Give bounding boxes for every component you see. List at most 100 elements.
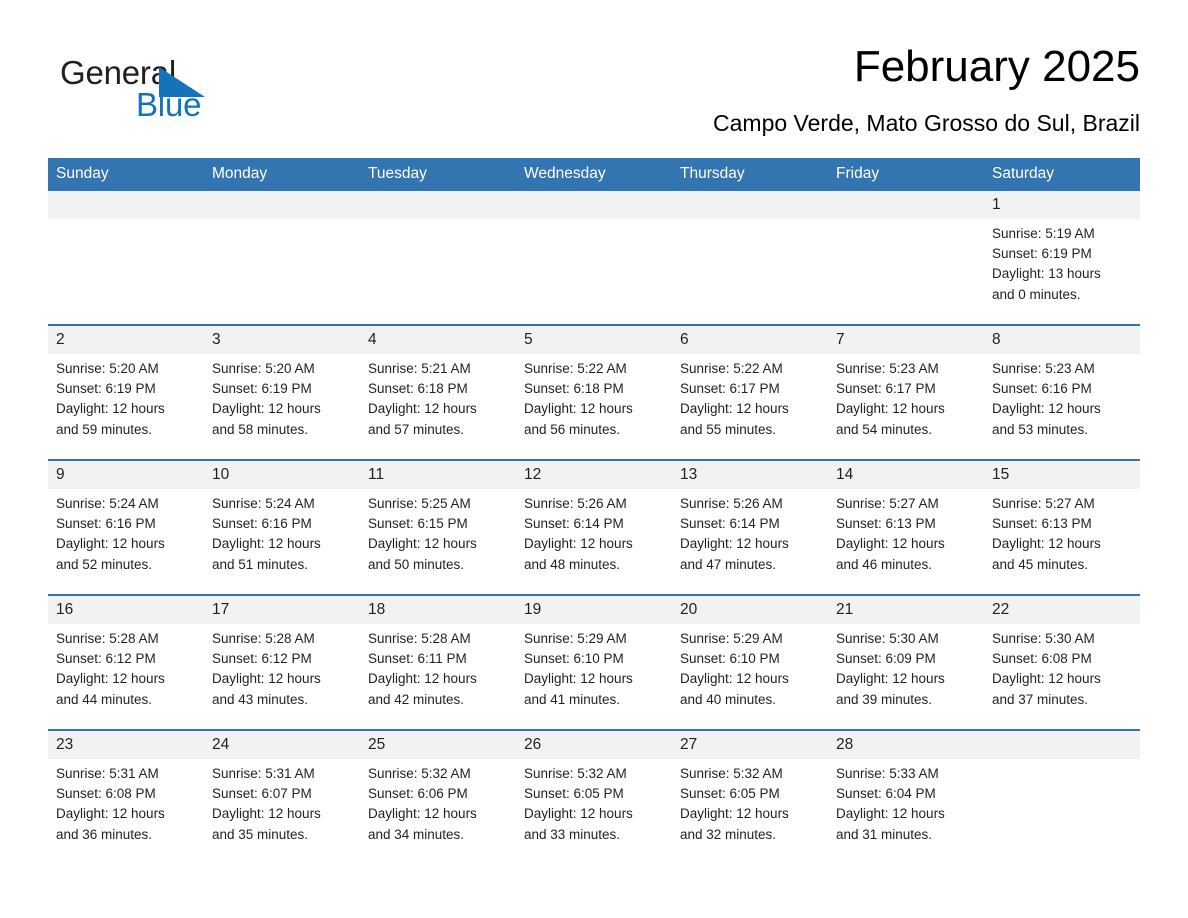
calendar-day-cell[interactable]: 21 Sunrise: 5:30 AM Sunset: 6:09 PM Dayligh…	[828, 594, 984, 730]
daylight-duration-line2: and 40 minutes.	[680, 691, 777, 707]
calendar-day-cell[interactable]: 17 Sunrise: 5:28 AM Sunset: 6:12 PM Dayligh…	[204, 594, 360, 730]
sunrise-time: Sunrise: 5:28 AM	[212, 631, 315, 646]
calendar-day-cell[interactable]: 15 Sunrise: 5:27 AM Sunset: 6:13 PM Dayligh…	[984, 459, 1140, 595]
sunset-time: Sunset: 6:18 PM	[524, 381, 624, 397]
day-number: 11	[360, 462, 516, 489]
calendar-day-cell[interactable]: 16 Sunrise: 5:28 AM Sunset: 6:12 PM Dayligh…	[48, 594, 204, 730]
day-number: 13	[672, 462, 828, 489]
calendar-day-cell[interactable]: 6 Sunrise: 5:22 AM Sunset: 6:17 PM Daylight…	[672, 324, 828, 460]
sunrise-time: Sunrise: 5:28 AM	[56, 631, 159, 646]
sunrise-time: Sunrise: 5:29 AM	[524, 631, 627, 646]
day-details: Sunrise: 5:21 AM Sunset: 6:18 PM Daylight:…	[360, 354, 516, 440]
calendar-day-cell[interactable]: 8 Sunrise: 5:23 AM Sunset: 6:16 PM Daylight…	[984, 324, 1140, 460]
calendar-day-cell[interactable]: 26 Sunrise: 5:32 AM Sunset: 6:05 PM Dayligh…	[516, 729, 672, 864]
sunset-time: Sunset: 6:16 PM	[212, 516, 312, 532]
daylight-duration-line2: and 55 minutes.	[680, 421, 777, 437]
calendar-day-cell[interactable]: 19 Sunrise: 5:29 AM Sunset: 6:10 PM Dayligh…	[516, 594, 672, 730]
calendar-day-cell[interactable]: 4 Sunrise: 5:21 AM Sunset: 6:18 PM Daylight…	[360, 324, 516, 460]
daylight-duration-line1: Daylight: 12 hours	[680, 401, 789, 417]
sunset-time: Sunset: 6:13 PM	[836, 516, 936, 532]
daylight-duration-line1: Daylight: 12 hours	[836, 401, 945, 417]
calendar-day-cell[interactable]: 1 Sunrise: 5:19 AM Sunset: 6:19 PM Daylight…	[984, 191, 1140, 325]
daylight-duration-line2: and 32 minutes.	[680, 826, 777, 842]
day-details: Sunrise: 5:30 AM Sunset: 6:09 PM Daylight:…	[828, 624, 984, 710]
daylight-duration-line1: Daylight: 12 hours	[212, 671, 321, 687]
sunrise-time: Sunrise: 5:22 AM	[680, 361, 783, 376]
calendar-day-cell[interactable]: 3 Sunrise: 5:20 AM Sunset: 6:19 PM Daylight…	[204, 324, 360, 460]
sunset-time: Sunset: 6:17 PM	[836, 381, 936, 397]
day-details: Sunrise: 5:23 AM Sunset: 6:17 PM Daylight:…	[828, 354, 984, 440]
daylight-duration-line1: Daylight: 12 hours	[368, 536, 477, 552]
daylight-duration-line1: Daylight: 12 hours	[56, 401, 165, 417]
general-blue-logo[interactable]: General Blue	[60, 54, 320, 134]
day-details: Sunrise: 5:31 AM Sunset: 6:07 PM Daylight:…	[204, 759, 360, 845]
sunset-time: Sunset: 6:08 PM	[56, 786, 156, 802]
daylight-duration-line2: and 31 minutes.	[836, 826, 933, 842]
daylight-duration-line2: and 50 minutes.	[368, 556, 465, 572]
day-number: 15	[984, 462, 1140, 489]
day-number: 17	[204, 597, 360, 624]
daylight-duration-line1: Daylight: 12 hours	[680, 536, 789, 552]
sunset-time: Sunset: 6:07 PM	[212, 786, 312, 802]
day-number: 8	[984, 327, 1140, 354]
day-number	[984, 732, 1140, 759]
day-details: Sunrise: 5:31 AM Sunset: 6:08 PM Daylight:…	[48, 759, 204, 845]
sunset-time: Sunset: 6:14 PM	[524, 516, 624, 532]
daylight-duration-line2: and 39 minutes.	[836, 691, 933, 707]
sunrise-time: Sunrise: 5:20 AM	[56, 361, 159, 376]
calendar-day-cell[interactable]: 9 Sunrise: 5:24 AM Sunset: 6:16 PM Daylight…	[48, 459, 204, 595]
day-details: Sunrise: 5:32 AM Sunset: 6:06 PM Daylight:…	[360, 759, 516, 845]
day-number: 1	[984, 191, 1140, 219]
day-number: 25	[360, 732, 516, 759]
calendar-day-cell[interactable]: 24 Sunrise: 5:31 AM Sunset: 6:07 PM Dayligh…	[204, 729, 360, 864]
daylight-duration-line1: Daylight: 12 hours	[368, 401, 477, 417]
daylight-duration-line2: and 59 minutes.	[56, 421, 153, 437]
calendar-day-cell[interactable]: 10 Sunrise: 5:24 AM Sunset: 6:16 PM Dayligh…	[204, 459, 360, 595]
calendar-day-cell[interactable]: 11 Sunrise: 5:25 AM Sunset: 6:15 PM Dayligh…	[360, 459, 516, 595]
calendar-day-cell[interactable]: 20 Sunrise: 5:29 AM Sunset: 6:10 PM Dayligh…	[672, 594, 828, 730]
weekday-header-wednesday: Wednesday	[516, 158, 672, 191]
day-number	[48, 191, 204, 219]
calendar-day-cell[interactable]: 18 Sunrise: 5:28 AM Sunset: 6:11 PM Dayligh…	[360, 594, 516, 730]
calendar-day-cell[interactable]: 5 Sunrise: 5:22 AM Sunset: 6:18 PM Daylight…	[516, 324, 672, 460]
sunrise-time: Sunrise: 5:23 AM	[992, 361, 1095, 376]
calendar-day-cell[interactable]: 22 Sunrise: 5:30 AM Sunset: 6:08 PM Dayligh…	[984, 594, 1140, 730]
day-number	[516, 191, 672, 219]
calendar-day-cell[interactable]: 2 Sunrise: 5:20 AM Sunset: 6:19 PM Daylight…	[48, 324, 204, 460]
calendar-day-cell[interactable]: 27 Sunrise: 5:32 AM Sunset: 6:05 PM Dayligh…	[672, 729, 828, 864]
calendar-day-cell[interactable]: 12 Sunrise: 5:26 AM Sunset: 6:14 PM Dayligh…	[516, 459, 672, 595]
daylight-duration-line2: and 52 minutes.	[56, 556, 153, 572]
weekday-header-monday: Monday	[204, 158, 360, 191]
daylight-duration-line2: and 51 minutes.	[212, 556, 309, 572]
calendar-day-cell[interactable]: 14 Sunrise: 5:27 AM Sunset: 6:13 PM Dayligh…	[828, 459, 984, 595]
day-details: Sunrise: 5:28 AM Sunset: 6:12 PM Daylight:…	[48, 624, 204, 710]
daylight-duration-line1: Daylight: 12 hours	[212, 536, 321, 552]
daylight-duration-line1: Daylight: 12 hours	[212, 401, 321, 417]
daylight-duration-line1: Daylight: 12 hours	[368, 806, 477, 822]
daylight-duration-line2: and 42 minutes.	[368, 691, 465, 707]
calendar-day-cell[interactable]: 7 Sunrise: 5:23 AM Sunset: 6:17 PM Daylight…	[828, 324, 984, 460]
calendar-week-row: 9 Sunrise: 5:24 AM Sunset: 6:16 PM Daylight…	[48, 459, 1140, 595]
calendar-day-cell[interactable]: 28 Sunrise: 5:33 AM Sunset: 6:04 PM Dayligh…	[828, 729, 984, 864]
calendar-day-cell[interactable]: 25 Sunrise: 5:32 AM Sunset: 6:06 PM Dayligh…	[360, 729, 516, 864]
day-number: 12	[516, 462, 672, 489]
sunrise-time: Sunrise: 5:21 AM	[368, 361, 471, 376]
calendar-header-row: Sunday Monday Tuesday Wednesday Thursday Frid…	[48, 158, 1140, 191]
daylight-duration-line2: and 33 minutes.	[524, 826, 621, 842]
day-number: 28	[828, 732, 984, 759]
day-number: 16	[48, 597, 204, 624]
day-details: Sunrise: 5:33 AM Sunset: 6:04 PM Daylight:…	[828, 759, 984, 845]
calendar-week-row: 23 Sunrise: 5:31 AM Sunset: 6:08 PM Dayligh…	[48, 729, 1140, 864]
daylight-duration-line2: and 57 minutes.	[368, 421, 465, 437]
calendar-day-cell[interactable]: 13 Sunrise: 5:26 AM Sunset: 6:14 PM Dayligh…	[672, 459, 828, 595]
weekday-header-friday: Friday	[828, 158, 984, 191]
sunrise-time: Sunrise: 5:33 AM	[836, 766, 939, 781]
calendar-day-cell[interactable]: 23 Sunrise: 5:31 AM Sunset: 6:08 PM Dayligh…	[48, 729, 204, 864]
day-details: Sunrise: 5:32 AM Sunset: 6:05 PM Daylight:…	[672, 759, 828, 845]
calendar-day-cell-empty	[672, 191, 828, 325]
sunrise-time: Sunrise: 5:28 AM	[368, 631, 471, 646]
calendar-table: Sunday Monday Tuesday Wednesday Thursday Frid…	[48, 158, 1140, 864]
sunset-time: Sunset: 6:13 PM	[992, 516, 1092, 532]
sunset-time: Sunset: 6:10 PM	[524, 651, 624, 667]
sunset-time: Sunset: 6:19 PM	[56, 381, 156, 397]
